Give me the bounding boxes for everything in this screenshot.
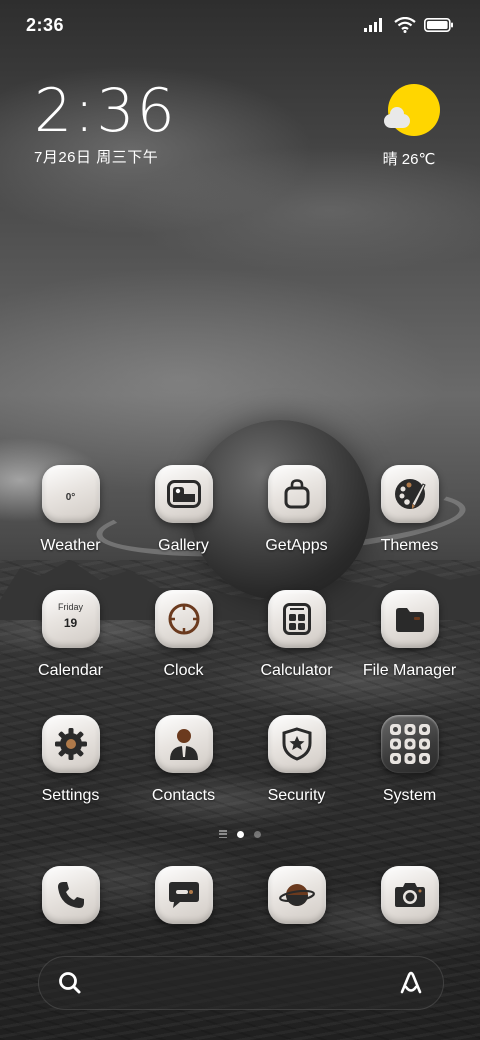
dock-messages[interactable]: [127, 866, 240, 926]
app-file-manager[interactable]: File Manager: [353, 590, 466, 696]
app-calendar[interactable]: Friday 19 Calendar: [14, 590, 127, 696]
gear-icon: [41, 715, 100, 773]
app-label: Weather: [40, 537, 101, 554]
signal-icon: [364, 18, 382, 32]
weather-widget-text: 晴 26℃: [382, 151, 436, 168]
dock-browser[interactable]: [240, 866, 353, 926]
assistant-icon[interactable]: [397, 969, 425, 997]
camera-icon: [380, 866, 439, 924]
status-time: 2:36: [26, 14, 65, 35]
feed-page-icon: [219, 830, 227, 838]
planet-icon: [267, 866, 326, 924]
app-label: Gallery: [158, 537, 209, 554]
clock-icon: [154, 590, 213, 648]
dock-phone[interactable]: [14, 866, 127, 926]
app-label: File Manager: [362, 662, 457, 679]
search-icon[interactable]: [57, 970, 83, 996]
clock-widget[interactable]: 2:36 7月26日 周三下午: [34, 80, 177, 167]
app-weather[interactable]: 0° Weather: [14, 465, 127, 571]
app-security[interactable]: Security: [240, 715, 353, 821]
app-calculator[interactable]: Calculator: [240, 590, 353, 696]
app-settings[interactable]: Settings: [14, 715, 127, 821]
clock-widget-time: 2:36: [34, 76, 177, 146]
dock-camera[interactable]: [353, 866, 466, 926]
app-label: Calculator: [260, 662, 333, 679]
shopping-bag-icon: [267, 465, 326, 523]
wifi-icon: [394, 17, 416, 33]
app-label: GetApps: [265, 537, 328, 554]
app-label: Settings: [41, 787, 100, 804]
weather-icon: 0°: [41, 465, 100, 523]
page-indicator[interactable]: [0, 830, 480, 838]
sun-cloud-icon: [384, 84, 440, 136]
page-dot: [254, 830, 261, 838]
gallery-icon: [154, 465, 213, 523]
app-system-folder[interactable]: System: [353, 715, 466, 821]
app-label: System: [382, 787, 437, 804]
calculator-icon: [267, 590, 326, 648]
clock-widget-date: 7月26日 周三下午: [34, 149, 159, 166]
app-folder-icon: [380, 715, 439, 773]
app-label: Clock: [163, 662, 204, 679]
app-getapps[interactable]: GetApps: [240, 465, 353, 571]
weather-widget[interactable]: 晴 26℃: [383, 84, 444, 169]
folder-icon: [380, 590, 439, 648]
calendar-icon-day: Friday: [57, 602, 83, 612]
app-gallery[interactable]: Gallery: [127, 465, 240, 571]
app-label: Calendar: [38, 662, 103, 679]
person-icon: [154, 715, 213, 773]
dock: [14, 866, 466, 926]
app-label: Security: [267, 787, 326, 804]
battery-icon: [424, 18, 453, 32]
app-label: Themes: [380, 537, 439, 554]
app-contacts[interactable]: Contacts: [127, 715, 240, 821]
page-dot-active: [237, 830, 244, 838]
weather-icon-temp: 0°: [65, 491, 76, 503]
app-clock[interactable]: Clock: [127, 590, 240, 696]
search-bar[interactable]: [38, 956, 444, 1010]
calendar-icon: Friday 19: [41, 590, 100, 648]
status-icons: [364, 17, 454, 33]
phone-icon: [41, 866, 100, 924]
status-bar: 2:36: [0, 0, 480, 50]
shield-star-icon: [267, 715, 326, 773]
app-label: Contacts: [151, 787, 216, 804]
palette-icon: [380, 465, 439, 523]
app-grid: 0° Weather Gallery GetApps Themes Friday…: [14, 465, 466, 821]
calendar-icon-date: 19: [63, 616, 78, 630]
message-icon: [154, 866, 213, 924]
app-themes[interactable]: Themes: [353, 465, 466, 571]
